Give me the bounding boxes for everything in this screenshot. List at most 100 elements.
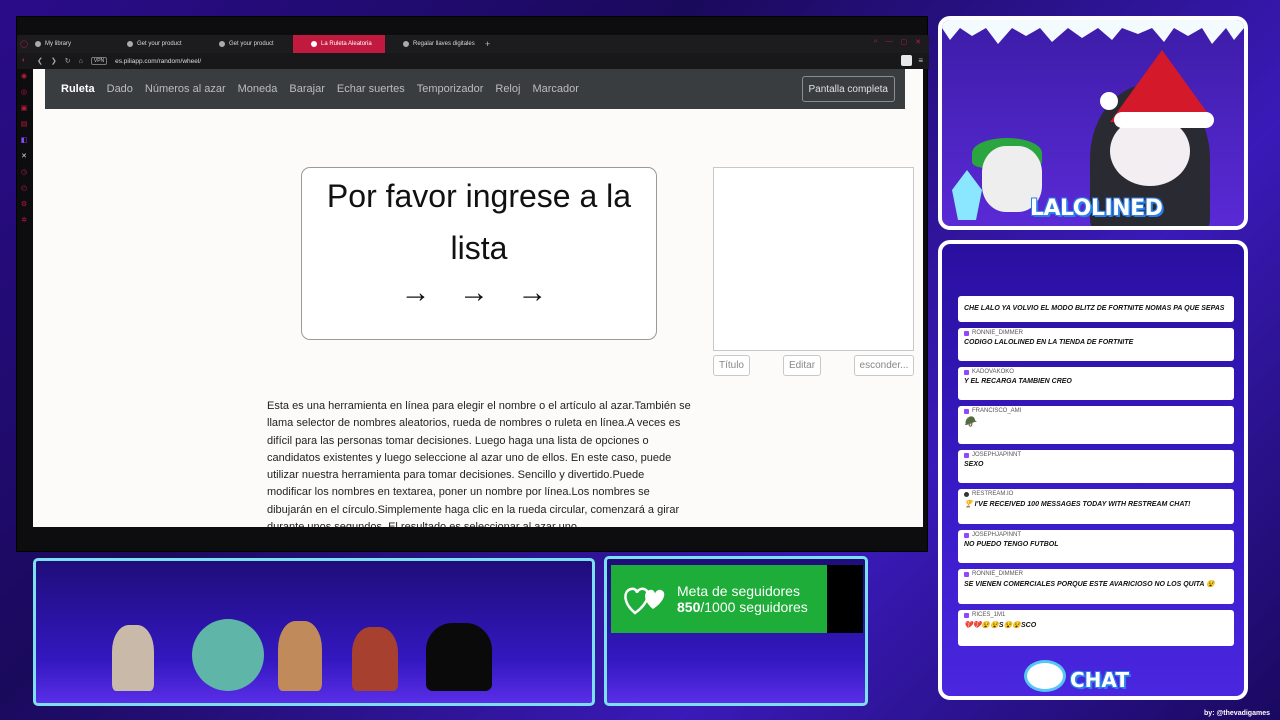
hide-button[interactable]: esconder... xyxy=(854,355,914,376)
forward-icon[interactable]: ❯ xyxy=(51,57,57,65)
nav-dado[interactable]: Dado xyxy=(107,83,133,95)
twitch-icon xyxy=(964,408,969,414)
chat-message: RONNIE_DIMMER SE VIENEN COMERCIALES PORQ… xyxy=(958,569,1234,604)
browser-window: My library Get your product Get your pro… xyxy=(16,16,929,552)
goal-count: 850/1000 seguidores xyxy=(677,599,808,615)
window-controls: ⌕ — ▢ ✕ xyxy=(874,38,921,46)
tab-regalar[interactable]: Regalar llaves digitales xyxy=(385,35,477,53)
chat-bubble-icon xyxy=(1024,660,1066,692)
nav-barajar[interactable]: Barajar xyxy=(289,83,324,95)
twitch-icon xyxy=(964,330,969,336)
gear-icon[interactable]: ✲ xyxy=(21,217,27,225)
goal-panel: Meta de seguidores 850/1000 seguidores xyxy=(604,556,868,706)
instagram-icon[interactable]: ▣ xyxy=(21,105,28,113)
restream-icon xyxy=(964,491,969,497)
search-icon[interactable]: ⌕ xyxy=(874,38,878,46)
maximize-icon[interactable]: ▢ xyxy=(901,38,908,46)
icicles-icon xyxy=(942,20,1244,44)
tab-bar: My library Get your product Get your pro… xyxy=(17,35,929,53)
tab-ruleta[interactable]: La Ruleta Aleatoria xyxy=(293,35,385,53)
nav-numeros[interactable]: Números al azar xyxy=(145,83,226,95)
whatsapp-icon[interactable]: ◎ xyxy=(21,89,27,97)
history-icon[interactable]: ◴ xyxy=(21,185,27,193)
edit-button[interactable]: Editar xyxy=(783,355,821,376)
web-page: Ruleta Dado Números al azar Moneda Baraj… xyxy=(33,69,923,527)
follower-goal-widget: Meta de seguidores 850/1000 seguidores xyxy=(611,565,827,633)
site-navbar: Ruleta Dado Números al azar Moneda Baraj… xyxy=(45,69,905,109)
crystal-decoration xyxy=(952,170,982,220)
goal-bar-remainder xyxy=(827,565,863,633)
messenger-icon[interactable]: ◉ xyxy=(21,73,27,81)
settings-icon[interactable]: ⚙ xyxy=(21,201,27,209)
nav-marcador[interactable]: Marcador xyxy=(532,83,578,95)
chat-message: CHE LALO YA VOLVIO EL MODO BLITZ DE FORT… xyxy=(958,296,1234,322)
green-hair-avatar xyxy=(192,619,264,691)
cat-avatar xyxy=(426,623,492,691)
chat-panel: CHE LALO YA VOLVIO EL MODO BLITZ DE FORT… xyxy=(938,240,1248,700)
favicon-icon xyxy=(127,41,133,47)
back-icon[interactable]: ❮ xyxy=(37,57,43,65)
reload-icon[interactable]: ↻ xyxy=(65,57,71,65)
favicon-icon xyxy=(219,41,225,47)
x-icon[interactable]: ✕ xyxy=(21,153,27,161)
avatars-panel xyxy=(33,558,595,706)
description-text: Esta es una herramienta en línea para el… xyxy=(267,400,691,527)
chat-message: JOSEPHJAPINNT NO PUEDO TENGO FUTBOL xyxy=(958,530,1234,563)
favicon-icon xyxy=(35,41,41,47)
favicon-icon xyxy=(403,41,409,47)
santa-hat-brim xyxy=(1114,112,1214,128)
twitch-icon xyxy=(964,452,969,458)
chat-message: KADOVAKOKO Y EL RECARGA TAMBIEN CREO xyxy=(958,367,1234,400)
santa-hat-pom xyxy=(1100,92,1118,110)
twitch-icon[interactable]: ◧ xyxy=(21,137,28,145)
twitch-icon xyxy=(964,532,969,538)
chat-message: RESTREAM.IO 🏆 I'VE RECEIVED 100 MESSAGES… xyxy=(958,489,1234,524)
nav-echar-suertes[interactable]: Echar suertes xyxy=(337,83,405,95)
chat-label: CHAT xyxy=(1070,668,1129,692)
title-button[interactable]: Título xyxy=(713,355,750,376)
favicon-icon xyxy=(311,41,317,47)
calendar-icon[interactable]: ▤ xyxy=(21,121,28,129)
chat-message: RICES_1M1 💔💔😵😵S😵😵SCO xyxy=(958,610,1234,646)
wheel-area[interactable]: Por favor ingrese a la lista → → → xyxy=(301,167,657,340)
fullscreen-button[interactable]: Pantalla completa xyxy=(801,76,895,102)
twitch-icon xyxy=(964,369,969,375)
nav-temporizador[interactable]: Temporizador xyxy=(417,83,484,95)
chat-message: JOSEPHJAPINNT SEXO xyxy=(958,450,1234,483)
browser-sidebar: ◯ ◐ ◉ ◎ ▣ ▤ ◧ ✕ ◷ ◴ ⚙ ✲ xyxy=(17,35,31,535)
streamer-name: LALOLINED xyxy=(1030,196,1163,221)
names-textarea[interactable] xyxy=(713,167,914,351)
goal-title: Meta de seguidores xyxy=(677,583,800,599)
nav-reloj[interactable]: Reloj xyxy=(495,83,520,95)
webcam-frame: LALOLINED xyxy=(938,16,1248,230)
chat-message: RONNIE_DIMMER CODIGO LALOLINED EN LA TIE… xyxy=(958,328,1234,361)
nav-ruleta[interactable]: Ruleta xyxy=(61,83,95,95)
fox-avatar xyxy=(278,621,322,691)
minimize-icon[interactable]: — xyxy=(886,38,893,46)
menu-icon[interactable]: ≡ xyxy=(918,56,923,65)
wheel-message: Por favor ingrese a la lista xyxy=(326,178,632,266)
twitch-icon xyxy=(964,571,969,577)
vpn-badge[interactable]: VPN xyxy=(90,57,108,65)
address-bar: ❮ ❯ ↻ ⌂ VPN es.piliapp.com/random/wheel/… xyxy=(17,53,929,69)
new-tab-button[interactable]: + xyxy=(477,39,490,49)
close-icon[interactable]: ✕ xyxy=(915,38,921,46)
tab-get-product-1[interactable]: Get your product xyxy=(109,35,201,53)
aria-icon[interactable]: ◐ xyxy=(22,57,26,65)
hearts-icon xyxy=(624,587,665,615)
tab-get-product-2[interactable]: Get your product xyxy=(201,35,293,53)
bunny-avatar xyxy=(112,625,154,691)
extension-icon[interactable] xyxy=(901,55,913,66)
red-hair-avatar xyxy=(352,627,398,691)
clock-icon[interactable]: ◷ xyxy=(21,169,27,177)
chat-message: FRANCISCO_AMI 🪖 xyxy=(958,406,1234,444)
opera-icon[interactable]: ◯ xyxy=(20,41,28,49)
home-icon[interactable]: ⌂ xyxy=(79,58,83,65)
arrow-icons: → → → xyxy=(400,276,558,309)
chat-list: CHE LALO YA VOLVIO EL MODO BLITZ DE FORT… xyxy=(958,296,1234,654)
nav-moneda[interactable]: Moneda xyxy=(238,83,278,95)
twitch-icon xyxy=(964,612,969,618)
url-field[interactable]: es.piliapp.com/random/wheel/ xyxy=(115,58,201,65)
address-actions: ≡ xyxy=(901,55,923,66)
credit-text: by: @thevadigames xyxy=(1204,710,1270,717)
